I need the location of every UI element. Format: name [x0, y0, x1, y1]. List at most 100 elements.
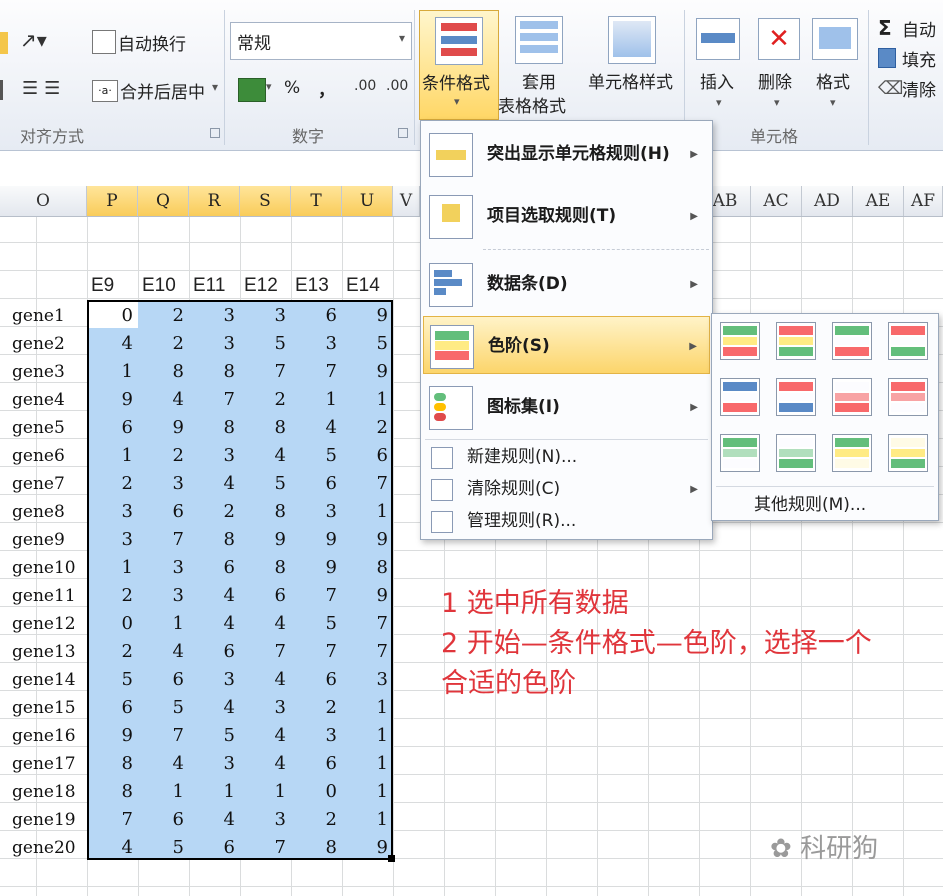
column-header-AD[interactable]: AD — [802, 186, 853, 216]
header-cell[interactable]: E14 — [346, 272, 380, 300]
sigma-icon[interactable]: Σ — [878, 16, 892, 40]
data-cell[interactable]: 8 — [240, 554, 291, 582]
row-label[interactable]: gene18 — [12, 778, 76, 806]
data-cell[interactable]: 3 — [138, 554, 189, 582]
data-cell[interactable]: 6 — [291, 470, 342, 498]
data-cell[interactable]: 9 — [342, 358, 393, 386]
increase-decimal-button[interactable]: .00 — [354, 78, 376, 94]
row-label[interactable]: gene4 — [12, 386, 65, 414]
data-cell[interactable]: 8 — [87, 750, 138, 778]
data-cell[interactable]: 8 — [240, 498, 291, 526]
column-header-AC[interactable]: AC — [751, 186, 802, 216]
fill-icon[interactable] — [878, 48, 896, 68]
data-cell[interactable]: 5 — [87, 666, 138, 694]
data-cell[interactable]: 0 — [291, 778, 342, 806]
data-cell[interactable]: 1 — [342, 750, 393, 778]
row-label[interactable]: gene1 — [12, 302, 65, 330]
data-cell[interactable]: 4 — [138, 750, 189, 778]
color-scale-option[interactable] — [776, 378, 816, 416]
color-scale-option[interactable] — [720, 434, 760, 472]
row-label[interactable]: gene6 — [12, 442, 65, 470]
data-cell[interactable]: 5 — [342, 330, 393, 358]
data-cell[interactable]: 9 — [138, 414, 189, 442]
data-cell[interactable]: 6 — [291, 750, 342, 778]
row-label[interactable]: gene16 — [12, 722, 76, 750]
data-cell[interactable]: 9 — [342, 582, 393, 610]
row-label[interactable]: gene10 — [12, 554, 76, 582]
orientation-icon[interactable]: ↗▾ — [20, 28, 56, 54]
column-header-AF[interactable]: AF — [904, 186, 943, 216]
data-cell[interactable]: 3 — [291, 722, 342, 750]
data-cell[interactable]: 1 — [342, 386, 393, 414]
data-cell[interactable]: 6 — [189, 554, 240, 582]
data-cell[interactable]: 2 — [291, 806, 342, 834]
data-cell[interactable]: 7 — [240, 358, 291, 386]
table-format-label-2[interactable]: 表格格式 — [498, 92, 566, 117]
column-header-AE[interactable]: AE — [853, 186, 904, 216]
row-label[interactable]: gene8 — [12, 498, 65, 526]
row-label[interactable]: gene14 — [12, 666, 76, 694]
column-header-V[interactable]: V — [393, 186, 420, 216]
more-rules-item[interactable]: 其他规则(M)... — [754, 490, 866, 515]
color-scale-option[interactable] — [888, 434, 928, 472]
data-cell[interactable]: 8 — [189, 526, 240, 554]
data-cell[interactable]: 1 — [87, 554, 138, 582]
data-cell[interactable]: 6 — [342, 442, 393, 470]
data-cell[interactable]: 2 — [87, 470, 138, 498]
data-cell[interactable]: 4 — [189, 806, 240, 834]
data-cell[interactable]: 7 — [291, 358, 342, 386]
insert-cells-icon[interactable] — [696, 18, 740, 60]
data-cell[interactable]: 2 — [291, 694, 342, 722]
currency-icon[interactable] — [238, 78, 266, 102]
data-cell[interactable]: 7 — [189, 386, 240, 414]
data-cell[interactable]: 1 — [342, 722, 393, 750]
data-cell[interactable]: 3 — [240, 302, 291, 330]
fill-button[interactable]: 填充 — [902, 46, 936, 71]
color-scale-option[interactable] — [832, 378, 872, 416]
data-cell[interactable]: 6 — [138, 498, 189, 526]
row-label[interactable]: gene2 — [12, 330, 65, 358]
data-cell[interactable]: 6 — [189, 638, 240, 666]
cell-style-icon[interactable] — [608, 16, 656, 64]
column-header-T[interactable]: T — [291, 186, 342, 216]
data-cell[interactable]: 1 — [291, 386, 342, 414]
row-label[interactable]: gene15 — [12, 694, 76, 722]
data-cell[interactable]: 5 — [189, 722, 240, 750]
data-cell[interactable]: 2 — [138, 442, 189, 470]
data-cell[interactable]: 4 — [189, 582, 240, 610]
format-button[interactable]: 格式 — [816, 68, 850, 93]
cell-style-button[interactable]: 单元格样式 — [588, 68, 673, 93]
data-cell[interactable]: 6 — [189, 834, 240, 862]
data-cell[interactable]: 1 — [87, 442, 138, 470]
data-cell[interactable]: 1 — [342, 498, 393, 526]
data-cell[interactable]: 8 — [87, 778, 138, 806]
data-cell[interactable]: 6 — [138, 666, 189, 694]
data-cell[interactable]: 3 — [87, 498, 138, 526]
data-cell[interactable]: 1 — [138, 610, 189, 638]
header-cell[interactable]: E12 — [244, 272, 278, 300]
column-header-O[interactable]: O — [0, 186, 87, 216]
menu-item-manage-rules[interactable]: 管理规则(R)... — [423, 505, 710, 537]
align-left-icon[interactable] — [0, 32, 8, 54]
data-cell[interactable]: 7 — [342, 470, 393, 498]
menu-item-color-scales[interactable]: 色阶(S) ▶ — [423, 316, 710, 374]
color-scale-option[interactable] — [888, 378, 928, 416]
data-cell[interactable]: 3 — [87, 526, 138, 554]
data-cell[interactable]: 7 — [342, 610, 393, 638]
data-cell[interactable]: 3 — [189, 330, 240, 358]
data-cell[interactable]: 3 — [291, 330, 342, 358]
currency-dropdown-icon[interactable]: ▾ — [266, 80, 272, 93]
data-cell[interactable]: 9 — [240, 526, 291, 554]
column-header-P[interactable]: P — [87, 186, 138, 216]
row-label[interactable]: gene11 — [12, 582, 76, 610]
data-cell[interactable]: 8 — [189, 358, 240, 386]
data-cell[interactable]: 5 — [291, 610, 342, 638]
data-cell[interactable]: 4 — [291, 414, 342, 442]
format-dropdown-icon[interactable]: ▾ — [830, 96, 836, 109]
comma-button[interactable]: ， — [318, 76, 335, 101]
column-header-Q[interactable]: Q — [138, 186, 189, 216]
data-cell[interactable]: 8 — [138, 358, 189, 386]
data-cell[interactable]: 6 — [87, 414, 138, 442]
data-cell[interactable]: 4 — [189, 610, 240, 638]
data-cell[interactable]: 8 — [291, 834, 342, 862]
